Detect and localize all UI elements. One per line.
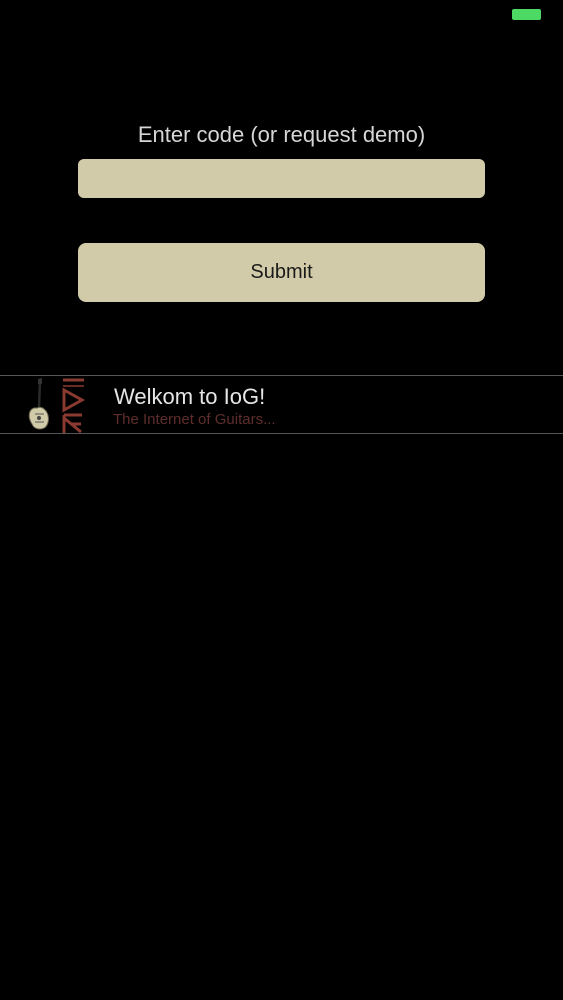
status-bar — [0, 0, 563, 28]
battery-icon — [512, 9, 541, 20]
message-title: Welkom to IoG! — [114, 384, 266, 409]
submit-button[interactable]: Submit — [78, 243, 485, 302]
message-subtitle: The Internet of Guitars... — [113, 411, 276, 428]
iog-guitar-logo-icon — [24, 378, 90, 434]
list-item[interactable]: Welkom to IoG! The Internet of Guitars..… — [0, 375, 563, 434]
code-prompt-label: Enter code (or request demo) — [137, 122, 426, 147]
code-input[interactable] — [78, 159, 485, 198]
